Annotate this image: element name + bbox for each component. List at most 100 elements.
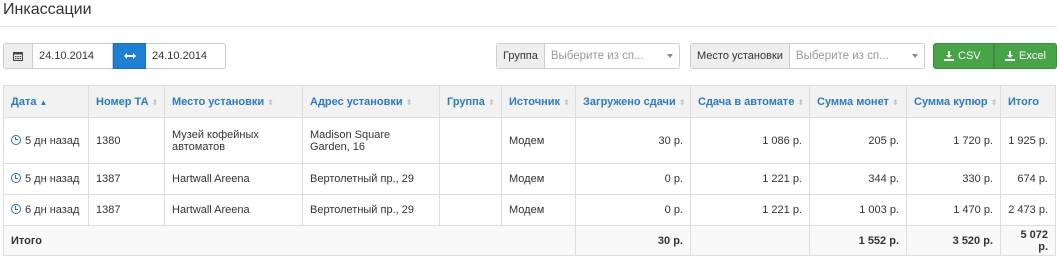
export-excel-label: Excel	[1019, 50, 1046, 62]
cell-source: Модем	[501, 163, 576, 195]
download-icon	[1005, 51, 1015, 61]
page-title: Инкассации	[3, 1, 92, 18]
sort-asc-icon: ▲	[39, 97, 48, 107]
col-header-loaded[interactable]: Загружено сдачи ⬍	[575, 85, 691, 118]
col-header-coins[interactable]: Сумма монет ⬍	[809, 85, 907, 118]
chevron-down-icon	[911, 54, 918, 58]
clock-icon	[11, 134, 21, 145]
title-divider	[0, 26, 1057, 27]
cell-ta[interactable]: 1387	[88, 163, 165, 195]
sort-icon: ⬍	[990, 97, 998, 107]
footer-coins: 1 552 р.	[809, 225, 907, 256]
cell-source: Модем	[501, 194, 576, 226]
footer-total: 5 072 р.	[1000, 225, 1056, 256]
cell-bills: 1 720 р.	[906, 117, 1001, 164]
cell-date: 5 дн назад	[3, 163, 89, 195]
col-header-ta[interactable]: Номер ТА ⬍	[88, 85, 165, 118]
cell-coins: 1 003 р.	[809, 194, 907, 226]
cell-place: Hartwall Areena	[164, 194, 303, 226]
date-from-input[interactable]: 24.10.2014	[33, 43, 113, 69]
col-header-place[interactable]: Место установки ⬍	[164, 85, 303, 118]
group-filter-label: Группа	[496, 43, 545, 69]
place-filter: Место установки Выберите из сп...	[690, 43, 925, 69]
group-select[interactable]: Выберите из сп...	[544, 43, 680, 69]
col-header-address[interactable]: Адрес установки ⬍	[302, 85, 440, 118]
table-row: 5 дн назад 1380 Музей кофейных автоматов…	[3, 117, 1056, 164]
cell-change: 1 221 р.	[690, 163, 810, 195]
cell-ta[interactable]: 1387	[88, 194, 165, 226]
sort-icon: ⬍	[797, 97, 805, 107]
col-header-group[interactable]: Группа ⬍	[439, 85, 502, 118]
footer-label: Итого	[3, 225, 576, 256]
sort-icon: ⬍	[151, 97, 159, 107]
date-to-input[interactable]: 24.10.2014	[146, 43, 226, 69]
cell-address: Вертолетный пр., 29	[302, 163, 440, 195]
col-header-total[interactable]: Итого	[1000, 85, 1056, 118]
footer-change	[690, 225, 810, 256]
cell-place: Hartwall Areena	[164, 163, 303, 195]
cell-coins: 205 р.	[809, 117, 907, 164]
cell-source: Модем	[501, 117, 576, 164]
col-header-coins-label: Сумма монет	[817, 95, 889, 108]
cell-bills: 1 470 р.	[906, 194, 1001, 226]
sort-icon: ⬍	[487, 97, 495, 107]
table-footer-row: Итого 30 р. 1 552 р. 3 520 р. 5 072 р.	[3, 225, 1056, 256]
clock-icon	[11, 173, 21, 183]
cell-date: 6 дн назад	[3, 194, 89, 226]
export-csv-button[interactable]: CSV	[933, 43, 994, 69]
cell-ta[interactable]: 1380	[88, 117, 165, 164]
col-header-date-label: Дата	[11, 95, 37, 108]
table-row: 5 дн назад 1387 Hartwall Areena Вертолет…	[3, 163, 1056, 195]
place-select[interactable]: Выберите из сп...	[789, 43, 925, 69]
cell-group	[439, 163, 502, 195]
cell-coins: 344 р.	[809, 163, 907, 195]
col-header-total-label: Итого	[1008, 95, 1040, 108]
sort-icon: ⬍	[267, 97, 274, 107]
sort-icon: ⬍	[891, 97, 899, 107]
date-range-swap-button[interactable]	[113, 43, 146, 69]
cell-date-text: 5 дн назад	[25, 134, 80, 147]
col-header-change[interactable]: Сдача в автомате ⬍	[690, 85, 810, 118]
sort-icon: ⬍	[678, 97, 686, 107]
cell-group	[439, 194, 502, 226]
col-header-group-label: Группа	[447, 95, 485, 108]
collections-table: Дата ▲ Номер ТА ⬍ Место установки ⬍ Адрес у…	[3, 85, 1056, 256]
clock-icon	[11, 204, 21, 214]
cell-total: 2 473 р.	[1000, 194, 1056, 226]
cell-address: Madison Square Garden, 16	[302, 117, 440, 164]
cell-date-text: 5 дн назад	[25, 173, 80, 185]
export-excel-button[interactable]: Excel	[994, 43, 1057, 69]
col-header-change-label: Сдача в автомате	[698, 95, 795, 108]
cell-date: 5 дн назад	[3, 117, 89, 164]
sort-icon: ⬍	[563, 97, 570, 107]
col-header-place-label: Место установки	[172, 95, 265, 108]
col-header-ta-label: Номер ТА	[96, 95, 149, 108]
export-csv-label: CSV	[958, 50, 981, 62]
cell-change: 1 086 р.	[690, 117, 810, 164]
place-select-placeholder: Выберите из сп...	[795, 50, 889, 62]
cell-total: 1 925 р.	[1000, 117, 1056, 164]
col-header-date[interactable]: Дата ▲	[3, 85, 89, 118]
cell-date-text: 6 дн назад	[25, 204, 80, 216]
cell-total: 674 р.	[1000, 163, 1056, 195]
calendar-button[interactable]	[3, 43, 33, 69]
footer-loaded: 30 р.	[575, 225, 691, 256]
col-header-loaded-label: Загружено сдачи	[583, 95, 676, 108]
cell-place: Музей кофейных автоматов	[164, 117, 303, 164]
col-header-address-label: Адрес установки	[310, 95, 403, 108]
col-header-bills[interactable]: Сумма купюр ⬍	[906, 85, 1001, 118]
place-filter-label: Место установки	[690, 43, 790, 69]
cell-change: 1 221 р.	[690, 194, 810, 226]
group-filter: Группа Выберите из сп...	[496, 43, 680, 69]
cell-loaded: 30 р.	[575, 117, 691, 164]
table-row: 6 дн назад 1387 Hartwall Areena Вертолет…	[3, 194, 1056, 226]
table-header-row: Дата ▲ Номер ТА ⬍ Место установки ⬍ Адрес у…	[3, 85, 1056, 118]
sort-icon: ⬍	[405, 97, 413, 107]
col-header-source[interactable]: Источник ⬍	[501, 85, 576, 118]
cell-loaded: 0 р.	[575, 163, 691, 195]
double-arrow-icon	[123, 53, 136, 59]
cell-bills: 330 р.	[906, 163, 1001, 195]
col-header-bills-label: Сумма купюр	[914, 95, 988, 108]
col-header-source-label: Источник	[509, 95, 561, 108]
footer-bills: 3 520 р.	[906, 225, 1001, 256]
